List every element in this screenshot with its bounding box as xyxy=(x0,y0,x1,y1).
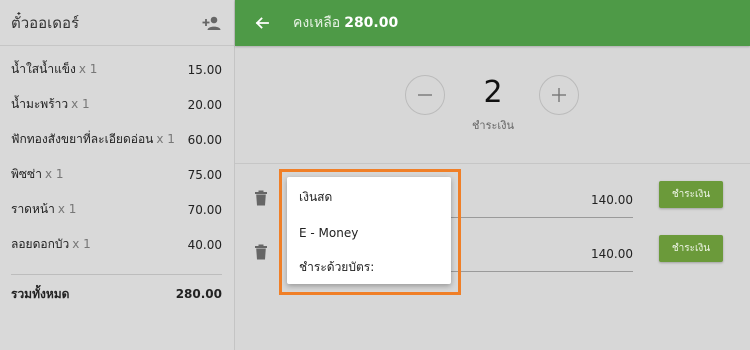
list-item[interactable]: พิซซ่า x 1 75.00 xyxy=(0,157,234,192)
menu-item-card[interactable]: ชำระด้วยบัตร: xyxy=(287,250,451,285)
item-qty: x 1 xyxy=(57,202,77,216)
menu-item-cash[interactable]: เงินสด xyxy=(287,180,451,215)
top-bar: คงเหลือ 280.00 xyxy=(235,0,750,46)
list-item[interactable]: ฟักทองสังขยาที่ละเอียดอ่อน x 1 60.00 xyxy=(0,122,234,157)
decrease-button[interactable] xyxy=(405,75,445,115)
plus-icon xyxy=(552,88,566,102)
list-item[interactable]: น้ำใสน้ำแข็ง x 1 15.00 xyxy=(0,52,234,87)
balance-text: คงเหลือ 280.00 xyxy=(293,12,398,34)
total-label: รวมทั้งหมด xyxy=(11,286,70,301)
item-qty: x 1 xyxy=(44,167,64,181)
split-count-label: ชำระเงิน xyxy=(471,119,515,132)
item-qty: x 1 xyxy=(72,237,91,251)
ticket-items: น้ำใสน้ำแข็ง x 1 15.00 น้ำมะพร้าว x 1 20.0… xyxy=(0,46,234,262)
item-name: ลอยดอกบัว xyxy=(11,237,70,251)
item-price: 20.00 xyxy=(187,97,222,112)
increase-button[interactable] xyxy=(539,75,579,115)
item-name: น้ำมะพร้าว xyxy=(11,97,69,111)
list-item[interactable]: ราดหน้า x 1 70.00 xyxy=(0,192,234,227)
item-price: 15.00 xyxy=(187,62,222,77)
split-count: 2 xyxy=(483,75,503,110)
payment-method-menu: เงินสด E - Money ชำระด้วยบัตร: xyxy=(287,177,451,284)
item-qty: x 1 xyxy=(71,97,90,111)
item-qty: x 1 xyxy=(78,62,98,76)
item-qty: x 1 xyxy=(156,132,175,146)
person-add-icon[interactable] xyxy=(202,15,222,31)
trash-icon[interactable] xyxy=(254,190,268,206)
arrow-back-icon[interactable] xyxy=(253,14,271,32)
item-price: 70.00 xyxy=(187,202,222,217)
section-divider xyxy=(235,163,750,164)
item-name: ราดหน้า xyxy=(11,202,55,216)
balance-label: คงเหลือ xyxy=(293,15,341,31)
pay-button[interactable]: ชำระเงิน xyxy=(659,235,723,262)
item-name: ฟักทองสังขยาที่ละเอียดอ่อน xyxy=(11,132,154,146)
total-value: 280.00 xyxy=(175,287,222,301)
menu-item-e-money[interactable]: E - Money xyxy=(287,215,451,250)
ticket-title: ตั๋วออเดอร์ xyxy=(11,13,80,32)
payment-amount[interactable]: 140.00 xyxy=(591,247,633,261)
minus-icon xyxy=(418,94,432,96)
trash-icon[interactable] xyxy=(254,244,268,260)
ticket-panel: ตั๋วออเดอร์ น้ำใสน้ำแข็ง x 1 15.00 น้ำมะพ… xyxy=(0,0,235,350)
ticket-total: รวมทั้งหมด 280.00 xyxy=(0,275,234,313)
pay-button[interactable]: ชำระเงิน xyxy=(659,181,723,208)
payment-amount[interactable]: 140.00 xyxy=(591,193,633,207)
split-stepper: 2 ชำระเงิน xyxy=(405,75,580,132)
item-name: พิซซ่า xyxy=(11,167,42,181)
list-item[interactable]: น้ำมะพร้าว x 1 20.00 xyxy=(0,87,234,122)
item-name: น้ำใสน้ำแข็ง xyxy=(11,62,76,76)
item-price: 40.00 xyxy=(187,237,222,252)
list-item[interactable]: ลอยดอกบัว x 1 40.00 xyxy=(0,227,234,262)
item-price: 75.00 xyxy=(187,167,222,182)
ticket-header: ตั๋วออเดอร์ xyxy=(0,0,234,46)
balance-amount: 280.00 xyxy=(344,15,399,31)
item-price: 60.00 xyxy=(187,132,222,147)
